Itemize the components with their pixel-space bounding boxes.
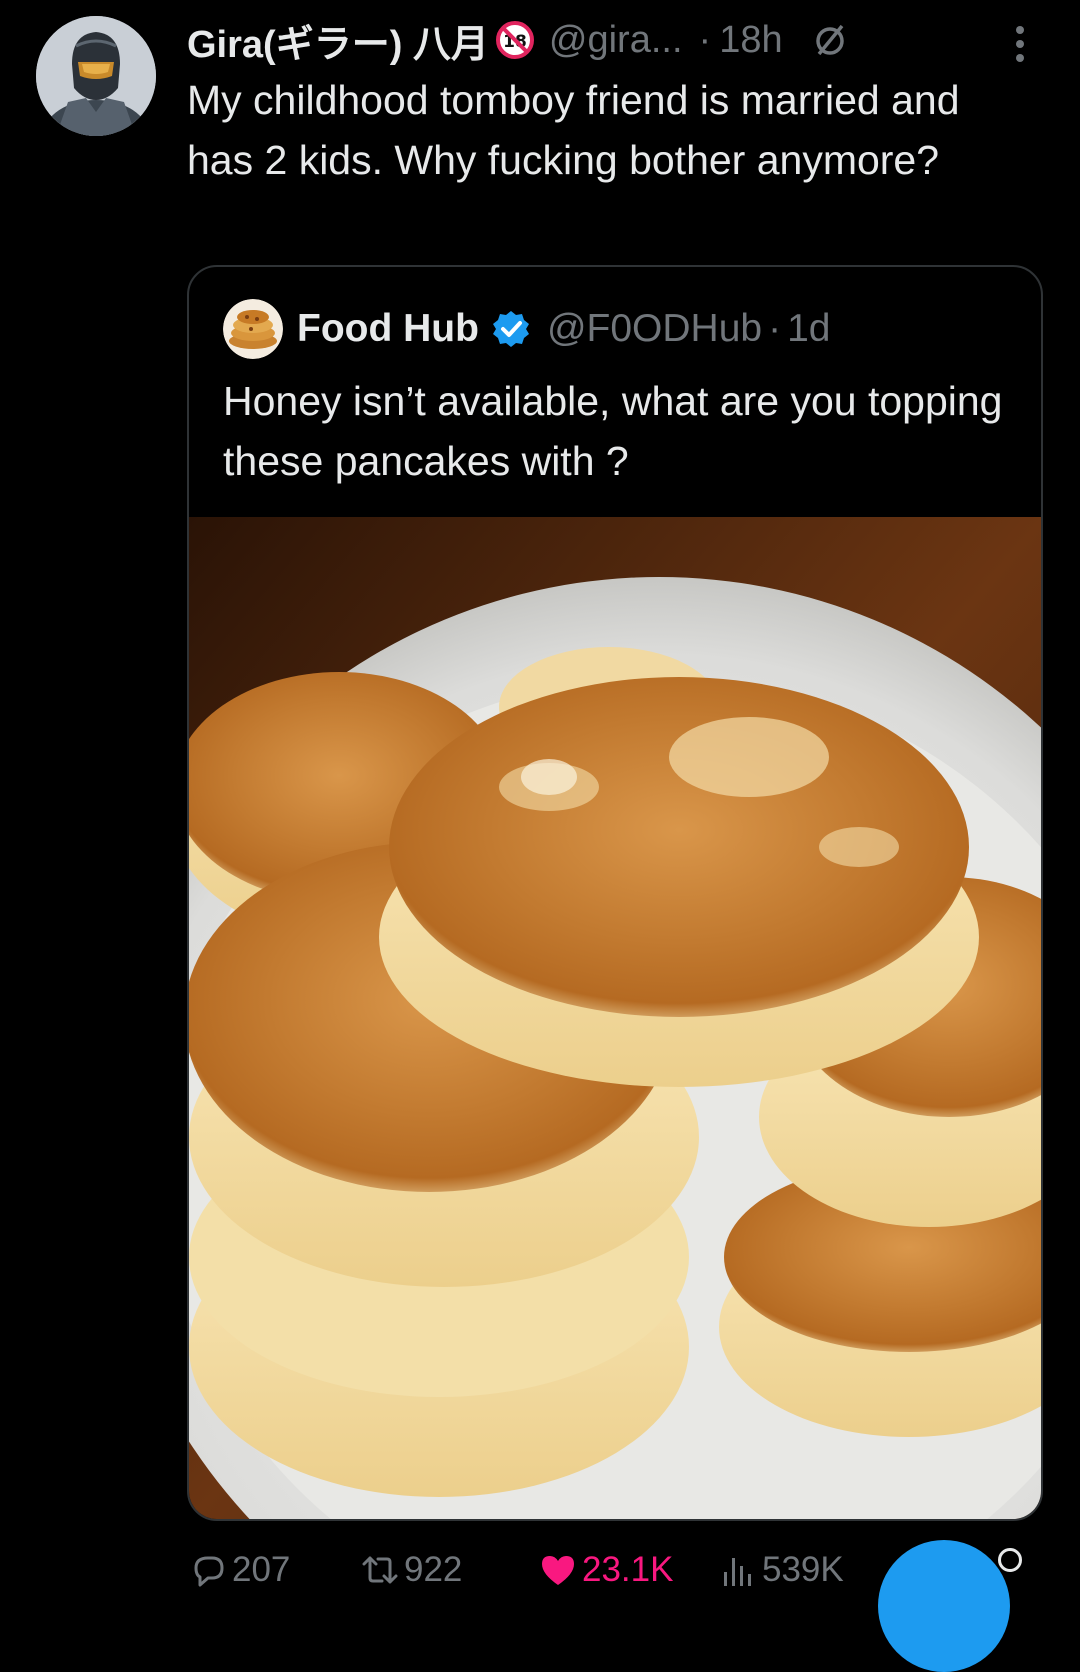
quoted-tweet-card[interactable]: Food Hub @F0ODHub · 1d Honey isn’t avail… (187, 265, 1043, 1521)
views-count: 539K (762, 1550, 844, 1589)
notification-dot-icon (998, 1548, 1022, 1572)
quote-author-handle[interactable]: @F0ODHub (547, 307, 762, 351)
author-display-name[interactable]: Gira(ギラー) 八月 (187, 13, 489, 68)
separator-dot: · (698, 18, 712, 61)
views-button[interactable]: 539K (718, 1540, 844, 1600)
tweet-timestamp[interactable]: 18h (719, 19, 782, 62)
quote-timestamp[interactable]: 1d (787, 307, 830, 351)
heart-filled-icon (538, 1550, 578, 1590)
bar-chart-icon (718, 1550, 758, 1590)
retweet-button[interactable]: 922 (360, 1540, 462, 1600)
author-handle[interactable]: @gira... (549, 19, 683, 62)
quote-header: Food Hub @F0ODHub · 1d (297, 301, 830, 357)
retweet-icon (360, 1550, 400, 1590)
reply-bubble-icon (188, 1550, 228, 1590)
author-avatar[interactable] (36, 16, 156, 136)
empty-set-icon (811, 21, 849, 59)
no-under-18-icon: 18 (495, 20, 535, 60)
tweet-header: Gira(ギラー) 八月 18 @gira... · 18h (187, 14, 849, 66)
tweet-body-text: My childhood tomboy friend is married an… (187, 77, 960, 183)
quote-author-display-name[interactable]: Food Hub (297, 307, 479, 351)
retweet-count: 922 (404, 1550, 463, 1589)
compose-button[interactable] (878, 1540, 1010, 1672)
like-count: 23.1K (582, 1550, 674, 1589)
reply-button[interactable]: 207 (188, 1540, 290, 1600)
like-button[interactable]: 23.1K (538, 1540, 673, 1600)
reply-count: 207 (232, 1550, 291, 1589)
quote-author-avatar[interactable] (223, 299, 283, 359)
pancakes-photo[interactable] (189, 517, 1041, 1519)
more-vertical-icon[interactable] (1004, 22, 1036, 66)
tweet: Gira(ギラー) 八月 18 @gira... · 18h My childh… (0, 0, 1080, 1672)
quote-body-text: Honey isn’t available, what are you topp… (223, 378, 1003, 484)
quote-separator-dot: · (768, 307, 782, 350)
verified-badge-icon (491, 309, 531, 349)
